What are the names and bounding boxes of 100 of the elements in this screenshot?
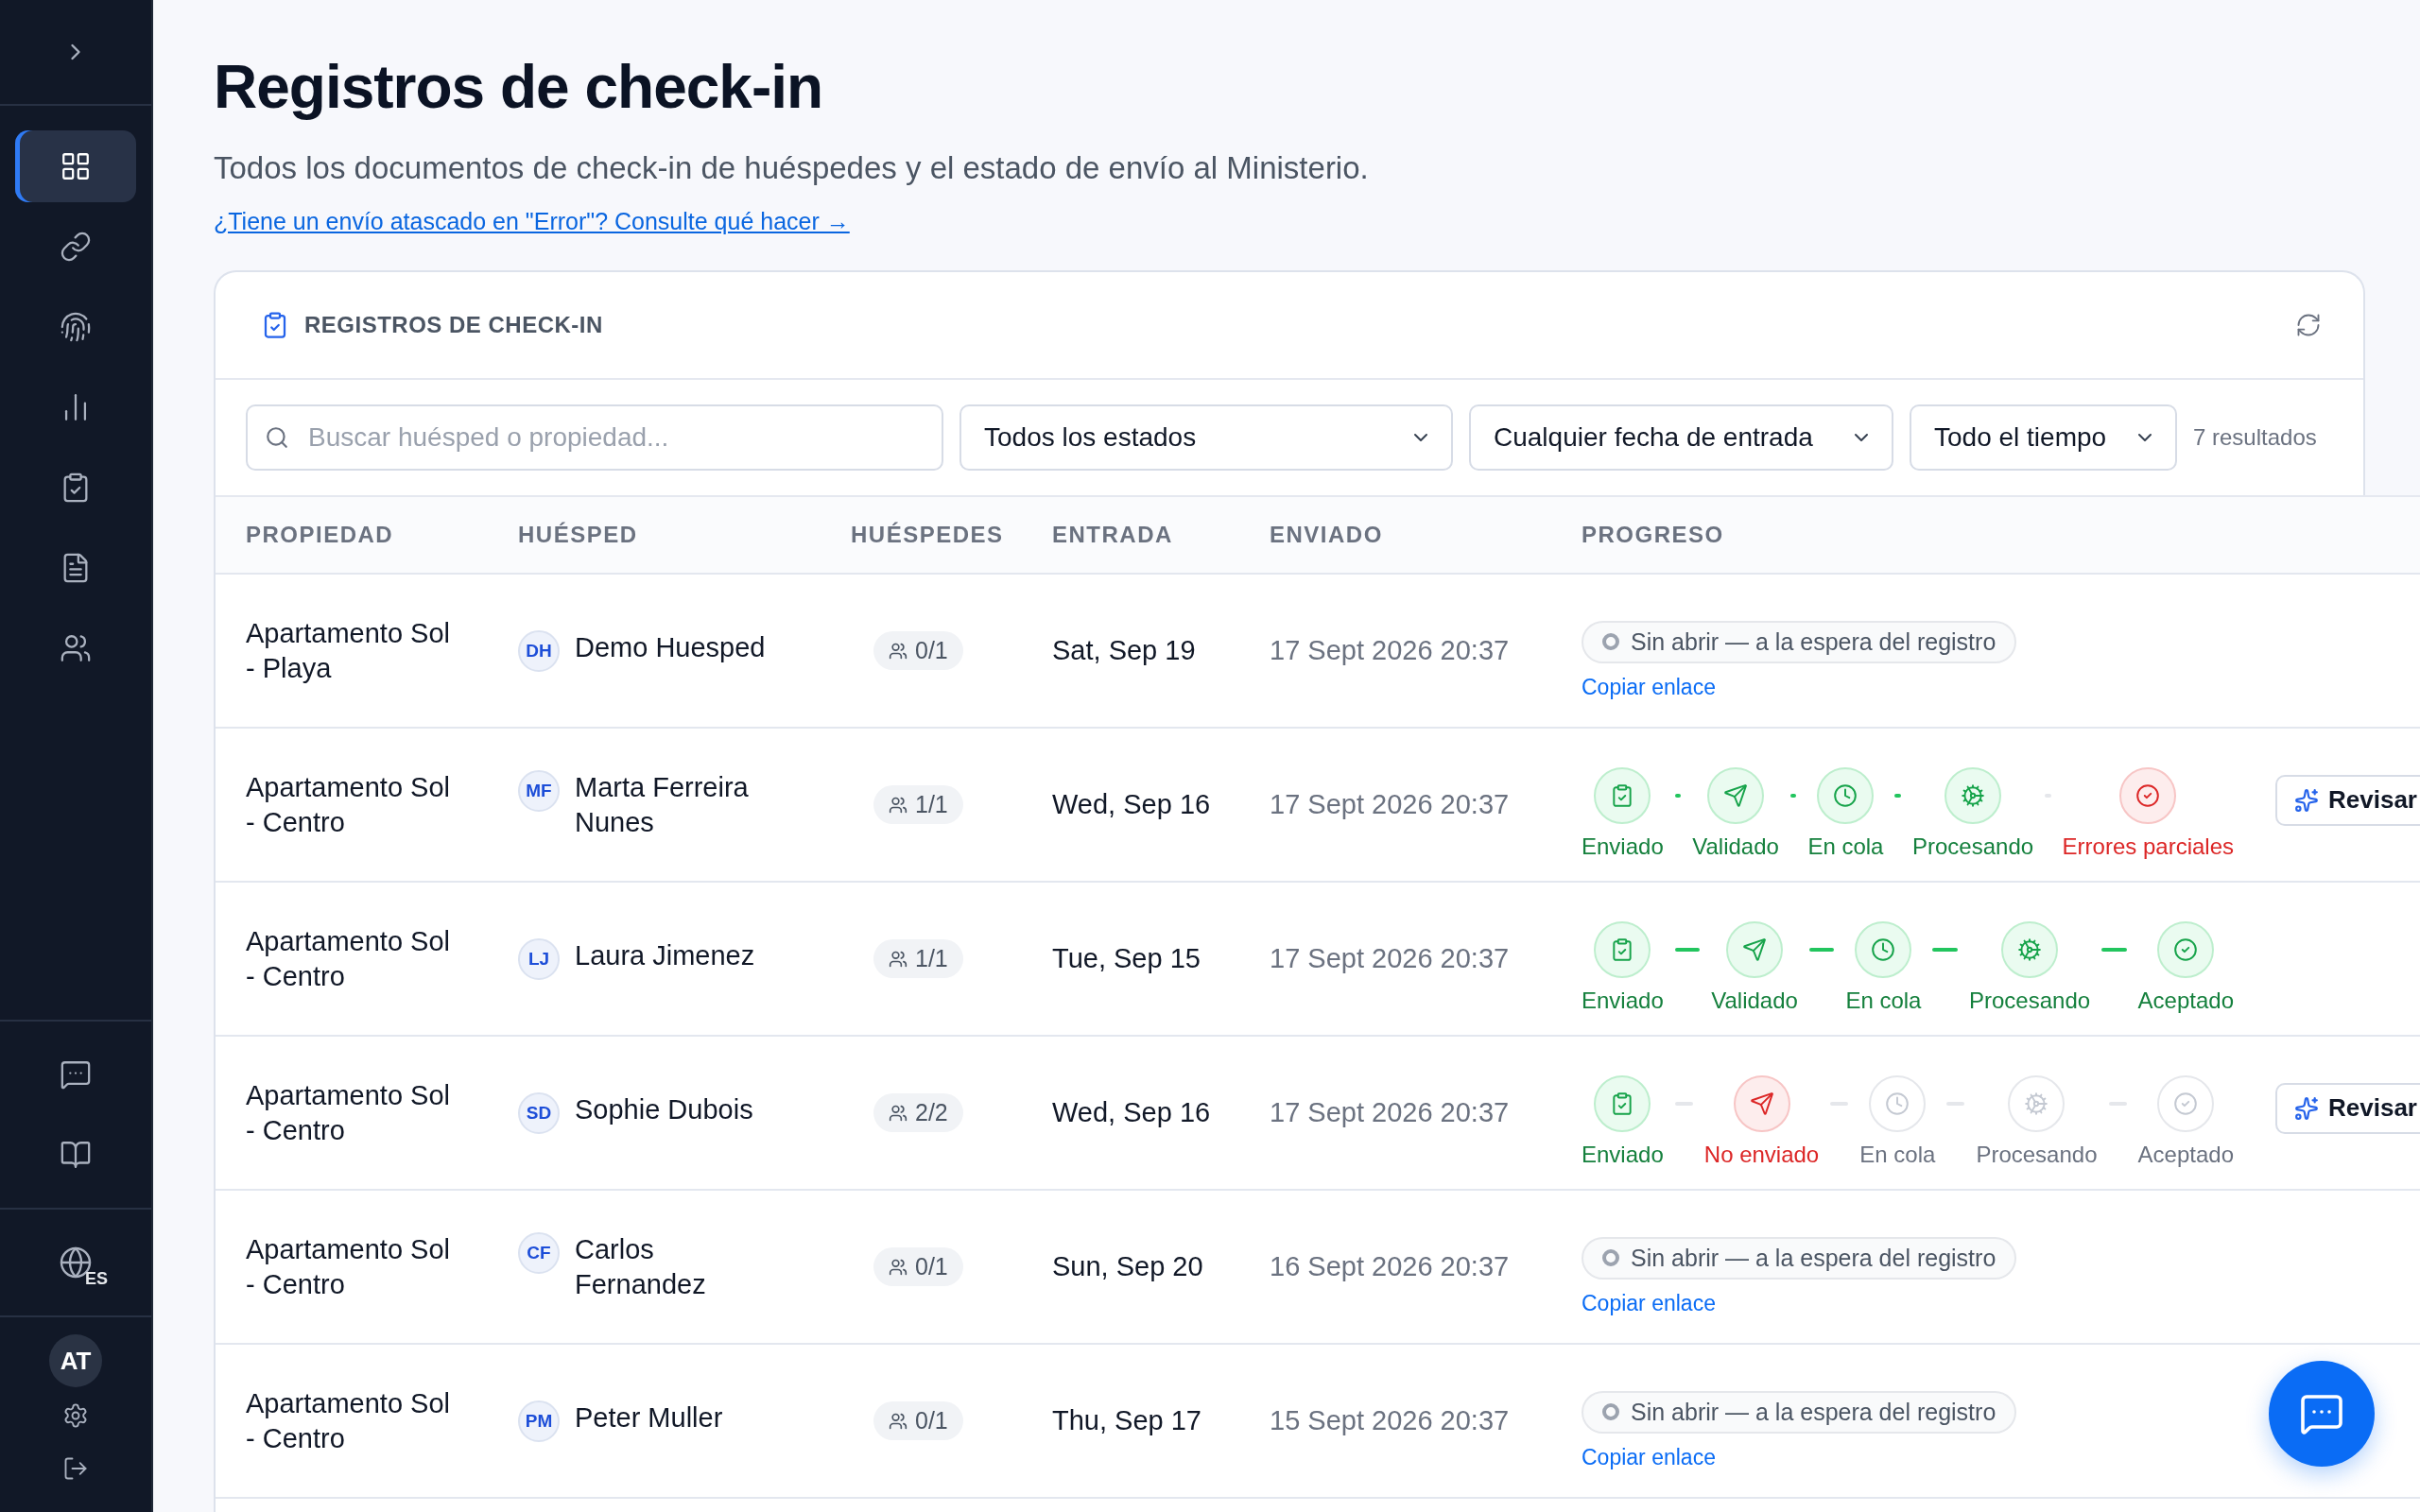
page-subtitle: Todos los documentos de check-in de huéspedes y el estado de envío al Ministerio. [214, 149, 1370, 187]
sent-date: 15 Sept 2026 20:37 [1270, 1404, 1511, 1437]
guest-name: Laura Jimenez [575, 938, 755, 972]
guest-count: 0/1 [873, 1401, 963, 1440]
filter-select[interactable]: Cualquier fecha de entrada [1469, 404, 1893, 471]
step-connector [1830, 1101, 1849, 1106]
step-label: Aceptado [2137, 987, 2234, 1014]
property-cell-text: Apartamento Sol - Centro [246, 1386, 451, 1455]
link-icon [60, 231, 92, 263]
sparkles-icon [2294, 787, 2319, 813]
property-cell-text: Apartamento Sol - Centro [246, 770, 451, 839]
step-label: Validado [1692, 833, 1779, 860]
step-label: Procesando [1912, 833, 2034, 860]
status-dot-icon [1602, 633, 1619, 650]
step-label: En cola [1845, 987, 1922, 1014]
column-header: PROPIEDAD [246, 522, 395, 548]
grid-icon [60, 150, 92, 182]
guest-initials: SD [518, 1091, 560, 1134]
refresh-icon [2295, 312, 2322, 338]
logout-icon [62, 1455, 89, 1482]
step-connector [1946, 1101, 1965, 1106]
guest-count: 1/1 [873, 785, 963, 824]
copy-link[interactable]: Copiar enlace [1582, 1444, 1716, 1470]
step-connector [1932, 947, 1958, 952]
sparkles-icon [2294, 1095, 2319, 1121]
step-connector [1674, 947, 1701, 952]
step-label: Aceptado [2137, 1141, 2234, 1168]
guest-name: Marta Ferreira Nunes [575, 770, 750, 839]
guest-initials: CF [518, 1231, 560, 1274]
users-icon [889, 949, 908, 969]
step-connector [2101, 947, 2127, 952]
step-label: En cola [1807, 833, 1884, 860]
step-connector [2045, 793, 2051, 798]
column-header: HUÉSPEDES [851, 522, 1005, 548]
column-header: ENVIADO [1270, 522, 1384, 548]
column-header: HUÉSPED [518, 522, 639, 548]
users-icon [889, 1103, 908, 1123]
checkin-date: Sun, Sep 20 [1052, 1250, 1204, 1283]
page-title: Registros de check-in [214, 52, 824, 123]
checkin-date: Wed, Sep 16 [1052, 1096, 1212, 1129]
guest-name: Sophie Dubois [575, 1092, 753, 1126]
copy-link[interactable]: Copiar enlace [1582, 1290, 1716, 1316]
guest-name: Carlos Fernandez [575, 1232, 707, 1301]
copy-link[interactable]: Copiar enlace [1582, 674, 1716, 700]
status-dot-icon [1602, 1249, 1619, 1266]
guest-initials: DH [518, 629, 560, 672]
sent-date: 17 Sept 2026 20:37 [1270, 942, 1511, 975]
users-icon [60, 632, 92, 664]
sent-date: 17 Sept 2026 20:37 [1270, 634, 1511, 667]
fingerprint-icon [60, 311, 92, 343]
users-icon [889, 641, 908, 661]
card-title: REGISTROS DE CHECK-IN [304, 312, 603, 338]
guest-count: 2/2 [873, 1093, 963, 1132]
review-button[interactable]: Revisar [2275, 774, 2420, 826]
step-label: Procesando [1976, 1141, 2098, 1168]
step-label: Enviado [1582, 1141, 1664, 1168]
checkin-date: Sat, Sep 19 [1052, 634, 1197, 667]
review-button[interactable]: Revisar [2275, 1082, 2420, 1134]
nav-item[interactable] [15, 130, 136, 202]
step-label: Enviado [1582, 833, 1664, 860]
status-pill: Sin abrir — a la espera del registro [1582, 620, 2017, 663]
step-connector [1789, 793, 1797, 798]
users-icon [889, 1411, 908, 1431]
step-connector [1674, 793, 1682, 798]
users-icon [889, 795, 908, 815]
checkin-date: Tue, Sep 15 [1052, 942, 1201, 975]
checkin-date: Thu, Sep 17 [1052, 1404, 1202, 1437]
sent-date: 16 Sept 2026 20:37 [1270, 1250, 1511, 1283]
language-button[interactable]: ES [15, 1227, 136, 1298]
status-pill: Sin abrir — a la espera del registro [1582, 1390, 2017, 1434]
column-header: PROGRESO [1582, 522, 1725, 548]
help-link[interactable]: ¿Tiene un envío atascado en "Error"? Consulte qué hacer → [214, 206, 850, 236]
users-icon [889, 1257, 908, 1277]
guest-count: 0/1 [873, 1247, 963, 1286]
property-cell-text: Apartamento Sol - Centro [246, 924, 451, 993]
column-header: ENTRADA [1052, 522, 1174, 548]
step-label: Errores parciales [2062, 833, 2234, 860]
guest-initials: MF [518, 769, 560, 812]
step-connector [1674, 1101, 1693, 1106]
property-cell-text: Apartamento Sol - Centro [246, 1078, 451, 1147]
step-label: Validado [1711, 987, 1798, 1014]
sent-date: 17 Sept 2026 20:37 [1270, 788, 1511, 821]
property-cell-text: Apartamento Sol - Playa [246, 616, 451, 685]
step-connector [2108, 1101, 2127, 1106]
book-icon [60, 1139, 92, 1171]
step-connector [1808, 947, 1835, 952]
step-label: Enviado [1582, 987, 1664, 1014]
status-pill: Sin abrir — a la espera del registro [1582, 1236, 2017, 1280]
user-avatar[interactable]: AT [49, 1334, 102, 1387]
guest-count: 0/1 [873, 631, 963, 670]
guest-count: 1/1 [873, 939, 963, 978]
filter-select[interactable]: Todo el tiempo [1910, 404, 2177, 471]
chat-bubble-icon [60, 1058, 92, 1091]
guest-initials: LJ [518, 937, 560, 980]
filter-select[interactable]: Todos los estados [959, 404, 1453, 471]
guest-name: Demo Huesped [575, 630, 766, 664]
guest-initials: PM [518, 1400, 560, 1442]
step-label: Procesando [1969, 987, 2091, 1014]
search-field[interactable]: Buscar huésped o propiedad... [246, 404, 943, 471]
sent-date: 17 Sept 2026 20:37 [1270, 1096, 1511, 1129]
